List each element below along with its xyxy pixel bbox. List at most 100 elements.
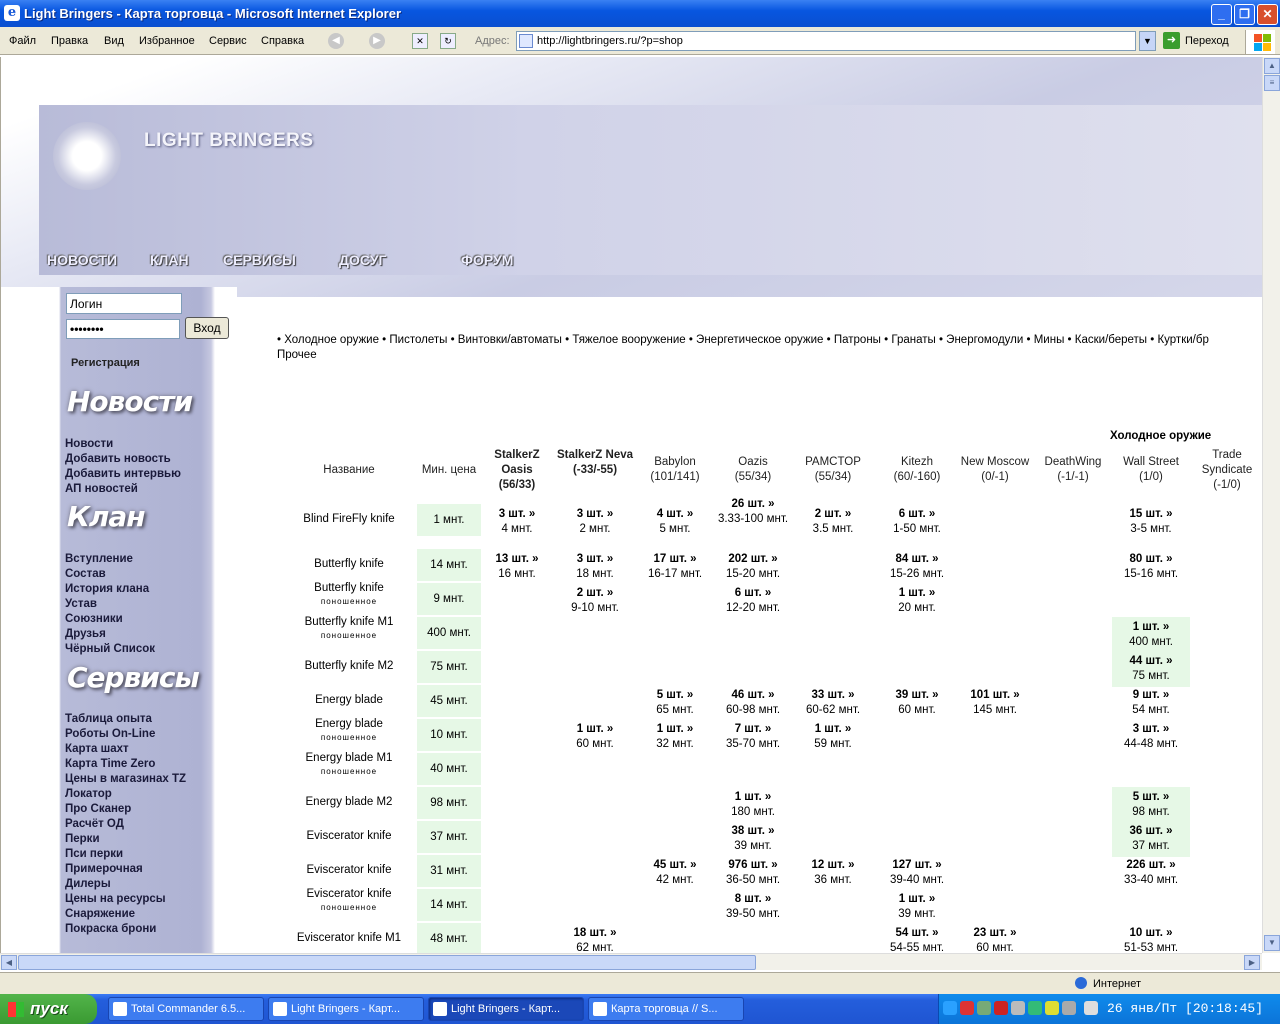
col-header-shop[interactable]: StalkerZ Neva (-33/-55): [556, 448, 634, 478]
sidebar-link[interactable]: Локатор: [65, 788, 112, 800]
vertical-scrollbar[interactable]: ▲ ≡ ▼: [1262, 57, 1280, 953]
hscroll-thumb[interactable]: [18, 955, 756, 970]
shop-offer[interactable]: 10 шт. » 51-53 мнт.: [1112, 923, 1190, 953]
shop-offer[interactable]: 226 шт. » 33-40 мнт.: [1112, 855, 1190, 891]
shop-offer[interactable]: 13 шт. » 16 мнт.: [478, 549, 556, 585]
shop-offer[interactable]: 1 шт. » 59 мнт.: [794, 719, 872, 755]
sidebar-link[interactable]: История клана: [65, 583, 149, 595]
sidebar-link[interactable]: Роботы On-Line: [65, 728, 155, 740]
shop-offer[interactable]: 54 шт. » 54-55 мнт.: [878, 923, 956, 953]
scroll-right-icon[interactable]: ▶: [1244, 955, 1260, 970]
sidebar-link[interactable]: Пси перки: [65, 848, 123, 860]
shop-offer[interactable]: 80 шт. » 15-16 мнт.: [1112, 549, 1190, 585]
offer-quantity[interactable]: 44 шт. »: [1130, 655, 1173, 667]
menu-edit[interactable]: Правка: [51, 35, 88, 47]
offer-quantity[interactable]: 45 шт. »: [654, 859, 697, 871]
shop-offer[interactable]: 23 шт. » 60 мнт.: [956, 923, 1034, 953]
tray-app-icon[interactable]: [1062, 1001, 1076, 1015]
scroll-up-icon[interactable]: ▲: [1264, 58, 1280, 74]
col-header-shop[interactable]: Babylon (101/141): [636, 455, 714, 485]
shop-offer[interactable]: 7 шт. » 35-70 мнт.: [714, 719, 792, 755]
offer-quantity[interactable]: 5 шт. »: [657, 689, 694, 701]
offer-quantity[interactable]: 976 шт. »: [728, 859, 777, 871]
offer-quantity[interactable]: 1 шт. »: [657, 723, 694, 735]
shop-offer[interactable]: 5 шт. » 98 мнт.: [1112, 787, 1190, 823]
sidebar-link[interactable]: Перки: [65, 833, 100, 845]
shop-offer[interactable]: 36 шт. » 37 мнт.: [1112, 821, 1190, 857]
shop-offer[interactable]: 18 шт. » 62 мнт.: [556, 923, 634, 953]
offer-quantity[interactable]: 23 шт. »: [974, 927, 1017, 939]
task-trader-map[interactable]: Карта торговца // S...: [588, 997, 744, 1021]
login-button[interactable]: Вход: [185, 317, 229, 339]
offer-quantity[interactable]: 10 шт. »: [1130, 927, 1173, 939]
offer-quantity[interactable]: 84 шт. »: [896, 553, 939, 565]
sidebar-link[interactable]: Состав: [65, 568, 106, 580]
refresh-icon[interactable]: ↻: [440, 33, 456, 49]
col-header-shop[interactable]: DeathWing (-1/-1): [1034, 455, 1112, 485]
shop-offer[interactable]: 9 шт. » 54 мнт.: [1112, 685, 1190, 721]
offer-quantity[interactable]: 46 шт. »: [732, 689, 775, 701]
nav-news[interactable]: НОВОСТИ: [47, 252, 117, 268]
shop-offer[interactable]: 45 шт. » 42 мнт.: [636, 855, 714, 891]
offer-quantity[interactable]: 202 шт. »: [728, 553, 777, 565]
offer-quantity[interactable]: 4 шт. »: [657, 508, 694, 520]
sidebar-link[interactable]: Дилеры: [65, 878, 111, 890]
col-header-shop[interactable]: Wall Street (1/0): [1112, 455, 1190, 485]
col-header-shop[interactable]: Oazis (55/34): [714, 455, 792, 485]
shop-offer[interactable]: 12 шт. » 36 мнт.: [794, 855, 872, 891]
nav-leisure[interactable]: ДОСУГ: [339, 252, 386, 268]
offer-quantity[interactable]: 18 шт. »: [574, 927, 617, 939]
sidebar-link[interactable]: Таблица опыта: [65, 713, 152, 725]
offer-quantity[interactable]: 3 шт. »: [1133, 723, 1170, 735]
shop-offer[interactable]: 33 шт. » 60-62 мнт.: [794, 685, 872, 721]
shop-offer[interactable]: 3 шт. » 44-48 мнт.: [1112, 719, 1190, 755]
offer-quantity[interactable]: 33 шт. »: [812, 689, 855, 701]
offer-quantity[interactable]: 226 шт. »: [1126, 859, 1175, 871]
offer-quantity[interactable]: 5 шт. »: [1133, 791, 1170, 803]
shop-offer[interactable]: 4 шт. » 5 мнт.: [636, 504, 714, 540]
menu-help[interactable]: Справка: [261, 35, 304, 47]
offer-quantity[interactable]: 26 шт. »: [732, 498, 775, 510]
shop-offer[interactable]: 127 шт. » 39-40 мнт.: [878, 855, 956, 891]
shop-offer[interactable]: 202 шт. » 15-20 мнт.: [714, 549, 792, 585]
sidebar-link[interactable]: Добавить новость: [65, 453, 171, 465]
nav-forum[interactable]: ФОРУМ: [461, 252, 513, 268]
offer-quantity[interactable]: 7 шт. »: [735, 723, 772, 735]
shop-offer[interactable]: 84 шт. » 15-26 мнт.: [878, 549, 956, 585]
offer-quantity[interactable]: 101 шт. »: [970, 689, 1019, 701]
shop-offer[interactable]: 976 шт. » 36-50 мнт.: [714, 855, 792, 891]
shop-offer[interactable]: 1 шт. » 32 мнт.: [636, 719, 714, 755]
offer-quantity[interactable]: 38 шт. »: [732, 825, 775, 837]
shop-offer[interactable]: 26 шт. » 3.33-100 мнт.: [714, 494, 792, 530]
menu-file[interactable]: Файл: [9, 35, 36, 47]
offer-quantity[interactable]: 80 шт. »: [1130, 553, 1173, 565]
offer-quantity[interactable]: 12 шт. »: [812, 859, 855, 871]
offer-quantity[interactable]: 9 шт. »: [1133, 689, 1170, 701]
password-input[interactable]: [66, 319, 180, 339]
offer-quantity[interactable]: 8 шт. »: [735, 893, 772, 905]
task-total-commander[interactable]: Total Commander 6.5...: [108, 997, 264, 1021]
address-dropdown-icon[interactable]: ▼: [1139, 31, 1156, 51]
shop-offer[interactable]: 6 шт. » 12-20 мнт.: [714, 583, 792, 619]
go-button[interactable]: ➜ Переход: [1163, 31, 1233, 51]
sidebar-link[interactable]: Добавить интервью: [65, 468, 181, 480]
shop-offer[interactable]: 3 шт. » 2 мнт.: [556, 504, 634, 540]
offer-quantity[interactable]: 3 шт. »: [577, 553, 614, 565]
shop-offer[interactable]: 2 шт. » 3.5 мнт.: [794, 504, 872, 540]
offer-quantity[interactable]: 6 шт. »: [735, 587, 772, 599]
shop-offer[interactable]: 3 шт. » 18 мнт.: [556, 549, 634, 585]
tray-app-icon[interactable]: [1011, 1001, 1025, 1015]
offer-quantity[interactable]: 3 шт. »: [577, 508, 614, 520]
offer-quantity[interactable]: 15 шт. »: [1130, 508, 1173, 520]
offer-quantity[interactable]: 1 шт. »: [1133, 621, 1170, 633]
start-button[interactable]: пуск: [0, 994, 97, 1024]
nav-services[interactable]: СЕРВИСЫ: [223, 252, 296, 268]
language-icon[interactable]: [1084, 1001, 1098, 1015]
sidebar-link[interactable]: Цены в магазинах TZ: [65, 773, 186, 785]
shop-offer[interactable]: 5 шт. » 65 мнт.: [636, 685, 714, 721]
forward-icon[interactable]: ▶: [369, 33, 385, 49]
sidebar-link[interactable]: Снаряжение: [65, 908, 135, 920]
offer-quantity[interactable]: 36 шт. »: [1130, 825, 1173, 837]
horizontal-scrollbar[interactable]: ◀ ▶: [0, 953, 1262, 970]
offer-quantity[interactable]: 2 шт. »: [815, 508, 852, 520]
